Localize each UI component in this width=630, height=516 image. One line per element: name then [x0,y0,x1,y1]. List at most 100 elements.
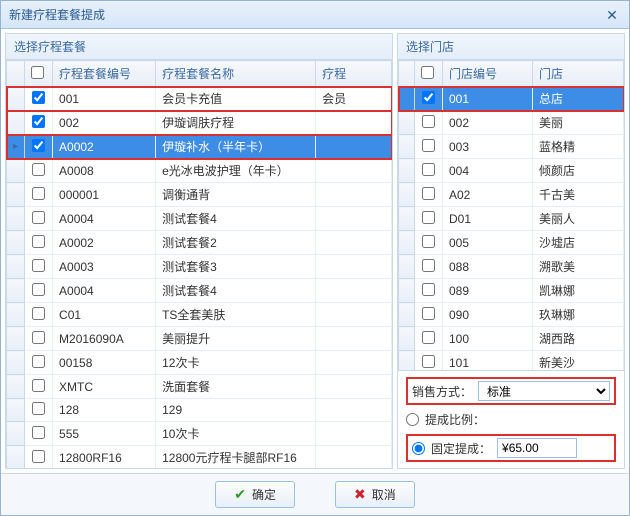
row-check-cell[interactable] [415,231,443,255]
left-grid[interactable]: 疗程套餐编号 疗程套餐名称 疗程 001会员卡充值会员002伊璇调肤疗程A000… [6,60,392,468]
table-row[interactable]: 003蓝格精 [399,135,624,159]
row-check-cell[interactable] [25,87,53,111]
table-row[interactable]: 55510次卡 [7,422,392,446]
row-check-cell[interactable] [25,111,53,135]
row-check-cell[interactable] [415,303,443,327]
table-row[interactable]: A0004测试套餐4 [7,279,392,303]
row-checkbox[interactable] [422,355,435,368]
row-checkbox[interactable] [422,235,435,248]
table-row[interactable]: C01TS全套美肤 [7,303,392,327]
row-check-cell[interactable] [415,327,443,351]
fixed-radio[interactable] [412,442,425,455]
table-row[interactable]: 002伊璇调肤疗程 [7,111,392,135]
row-checkbox[interactable] [32,402,45,415]
table-row[interactable]: A0008e光冰电波护理（年卡） [7,159,392,183]
row-checkbox[interactable] [32,379,45,392]
table-row[interactable]: A0002测试套餐2 [7,231,392,255]
row-check-cell[interactable] [415,135,443,159]
row-check-cell[interactable] [415,351,443,371]
row-checkbox[interactable] [422,211,435,224]
row-checkbox[interactable] [422,187,435,200]
row-checkbox[interactable] [422,91,435,104]
cancel-button[interactable]: ✖ 取消 [335,481,415,508]
row-checkbox[interactable] [32,355,45,368]
row-checkbox[interactable] [422,283,435,296]
sale-mode-select[interactable]: 标准 [478,381,610,401]
row-checkbox[interactable] [32,163,45,176]
row-check-cell[interactable] [25,351,53,375]
row-checkbox[interactable] [422,259,435,272]
table-row[interactable]: A0003测试套餐3 [7,255,392,279]
table-row[interactable]: XMTC洗面套餐 [7,375,392,399]
left-col-extra[interactable]: 疗程 [316,61,392,87]
row-checkbox[interactable] [32,283,45,296]
table-row[interactable]: M2016090A美丽提升 [7,327,392,351]
row-checkbox[interactable] [422,139,435,152]
row-check-cell[interactable] [25,303,53,327]
row-check-cell[interactable] [25,375,53,399]
row-check-cell[interactable] [415,111,443,135]
right-check-all[interactable] [415,61,443,87]
row-check-cell[interactable] [25,422,53,446]
right-col-name[interactable]: 门店 [533,61,624,87]
row-check-cell[interactable] [25,446,53,469]
row-check-cell[interactable] [25,399,53,422]
row-check-cell[interactable] [25,327,53,351]
row-check-cell[interactable] [25,279,53,303]
row-checkbox[interactable] [32,426,45,439]
table-row[interactable]: A0004测试套餐4 [7,207,392,231]
row-checkbox[interactable] [32,211,45,224]
row-check-cell[interactable] [25,183,53,207]
row-checkbox[interactable] [32,115,45,128]
row-checkbox[interactable] [32,450,45,463]
table-row[interactable]: A0002伊璇补水（半年卡） [7,135,392,159]
row-check-cell[interactable] [25,231,53,255]
table-row[interactable]: 088溯歌美 [399,255,624,279]
row-check-cell[interactable] [25,135,53,159]
row-checkbox[interactable] [32,331,45,344]
row-checkbox[interactable] [32,139,45,152]
row-checkbox[interactable] [32,187,45,200]
row-check-cell[interactable] [415,183,443,207]
ok-button[interactable]: ✔ 确定 [215,481,295,508]
row-checkbox[interactable] [32,307,45,320]
ratio-radio[interactable] [406,413,419,426]
table-row[interactable]: 001总店 [399,87,624,111]
row-checkbox[interactable] [32,235,45,248]
table-row[interactable]: 004倾颜店 [399,159,624,183]
row-check-cell[interactable] [415,279,443,303]
table-row[interactable]: 0015812次卡 [7,351,392,375]
table-row[interactable]: 089凯琳娜 [399,279,624,303]
table-row[interactable]: A02千古美 [399,183,624,207]
row-check-cell[interactable] [25,159,53,183]
table-row[interactable]: 005沙墟店 [399,231,624,255]
table-row[interactable]: D01美丽人 [399,207,624,231]
row-checkbox[interactable] [32,91,45,104]
row-checkbox[interactable] [422,331,435,344]
fixed-input[interactable] [497,438,577,458]
row-checkbox[interactable] [422,307,435,320]
row-check-cell[interactable] [25,255,53,279]
left-check-all[interactable] [25,61,53,87]
right-col-code[interactable]: 门店编号 [443,61,533,87]
row-check-cell[interactable] [415,159,443,183]
row-checkbox[interactable] [422,163,435,176]
table-row[interactable]: 12800RF1612800元疗程卡腿部RF16 [7,446,392,469]
table-row[interactable]: 101新美沙 [399,351,624,371]
row-check-cell[interactable] [415,87,443,111]
left-col-name[interactable]: 疗程套餐名称 [156,61,316,87]
row-checkbox[interactable] [422,115,435,128]
row-check-cell[interactable] [25,207,53,231]
table-row[interactable]: 128129 [7,399,392,422]
right-grid[interactable]: 门店编号 门店 001总店002美丽003蓝格精004倾颜店A02千古美D01美… [398,60,624,370]
table-row[interactable]: 002美丽 [399,111,624,135]
row-check-cell[interactable] [415,207,443,231]
close-icon[interactable]: ✕ [603,6,621,24]
row-check-cell[interactable] [415,255,443,279]
table-row[interactable]: 100湖西路 [399,327,624,351]
row-checkbox[interactable] [32,259,45,272]
table-row[interactable]: 001会员卡充值会员 [7,87,392,111]
left-col-code[interactable]: 疗程套餐编号 [53,61,156,87]
table-row[interactable]: 090玖琳娜 [399,303,624,327]
table-row[interactable]: 000001调衡通背 [7,183,392,207]
